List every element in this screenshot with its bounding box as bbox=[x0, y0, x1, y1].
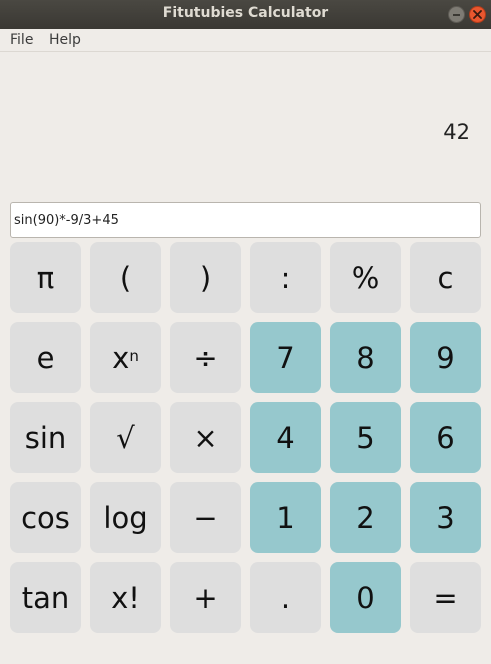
close-button[interactable] bbox=[469, 6, 486, 23]
digit-4-button[interactable]: 4 bbox=[250, 402, 321, 473]
window-title: Fitutubies Calculator bbox=[162, 5, 329, 21]
close-icon bbox=[473, 10, 482, 19]
digit-3-button[interactable]: 3 bbox=[410, 482, 481, 553]
minus-button[interactable]: − bbox=[170, 482, 241, 553]
digit-7-button[interactable]: 7 bbox=[250, 322, 321, 393]
plus-button[interactable]: + bbox=[170, 562, 241, 633]
colon-button[interactable]: : bbox=[250, 242, 321, 313]
digit-9-button[interactable]: 9 bbox=[410, 322, 481, 393]
sqrt-button[interactable]: √ bbox=[90, 402, 161, 473]
percent-button[interactable]: % bbox=[330, 242, 401, 313]
power-button[interactable]: xn bbox=[90, 322, 161, 393]
menu-file[interactable]: File bbox=[10, 32, 33, 48]
sin-button[interactable]: sin bbox=[10, 402, 81, 473]
expression-input[interactable] bbox=[10, 202, 481, 238]
calculator-window: Fitutubies Calculator File Help 42 π ( )… bbox=[0, 0, 491, 664]
power-exponent: n bbox=[129, 346, 139, 365]
menu-help[interactable]: Help bbox=[49, 32, 81, 48]
open-paren-button[interactable]: ( bbox=[90, 242, 161, 313]
menu-bar: File Help bbox=[0, 29, 491, 52]
digit-2-button[interactable]: 2 bbox=[330, 482, 401, 553]
divide-button[interactable]: ÷ bbox=[170, 322, 241, 393]
equals-button[interactable]: = bbox=[410, 562, 481, 633]
digit-8-button[interactable]: 8 bbox=[330, 322, 401, 393]
digit-6-button[interactable]: 6 bbox=[410, 402, 481, 473]
multiply-button[interactable]: × bbox=[170, 402, 241, 473]
decimal-point-button[interactable]: . bbox=[250, 562, 321, 633]
close-paren-button[interactable]: ) bbox=[170, 242, 241, 313]
result-display: 42 bbox=[443, 120, 470, 144]
cos-button[interactable]: cos bbox=[10, 482, 81, 553]
digit-5-button[interactable]: 5 bbox=[330, 402, 401, 473]
minimize-button[interactable] bbox=[448, 6, 465, 23]
log-button[interactable]: log bbox=[90, 482, 161, 553]
digit-1-button[interactable]: 1 bbox=[250, 482, 321, 553]
keypad: π ( ) : % c e xn ÷ 7 8 9 sin √ × 4 5 6 c… bbox=[10, 242, 481, 633]
clear-button[interactable]: c bbox=[410, 242, 481, 313]
title-bar[interactable]: Fitutubies Calculator bbox=[0, 0, 491, 29]
pi-button[interactable]: π bbox=[10, 242, 81, 313]
euler-button[interactable]: e bbox=[10, 322, 81, 393]
factorial-button[interactable]: x! bbox=[90, 562, 161, 633]
tan-button[interactable]: tan bbox=[10, 562, 81, 633]
digit-0-button[interactable]: 0 bbox=[330, 562, 401, 633]
power-base: x bbox=[112, 340, 130, 375]
